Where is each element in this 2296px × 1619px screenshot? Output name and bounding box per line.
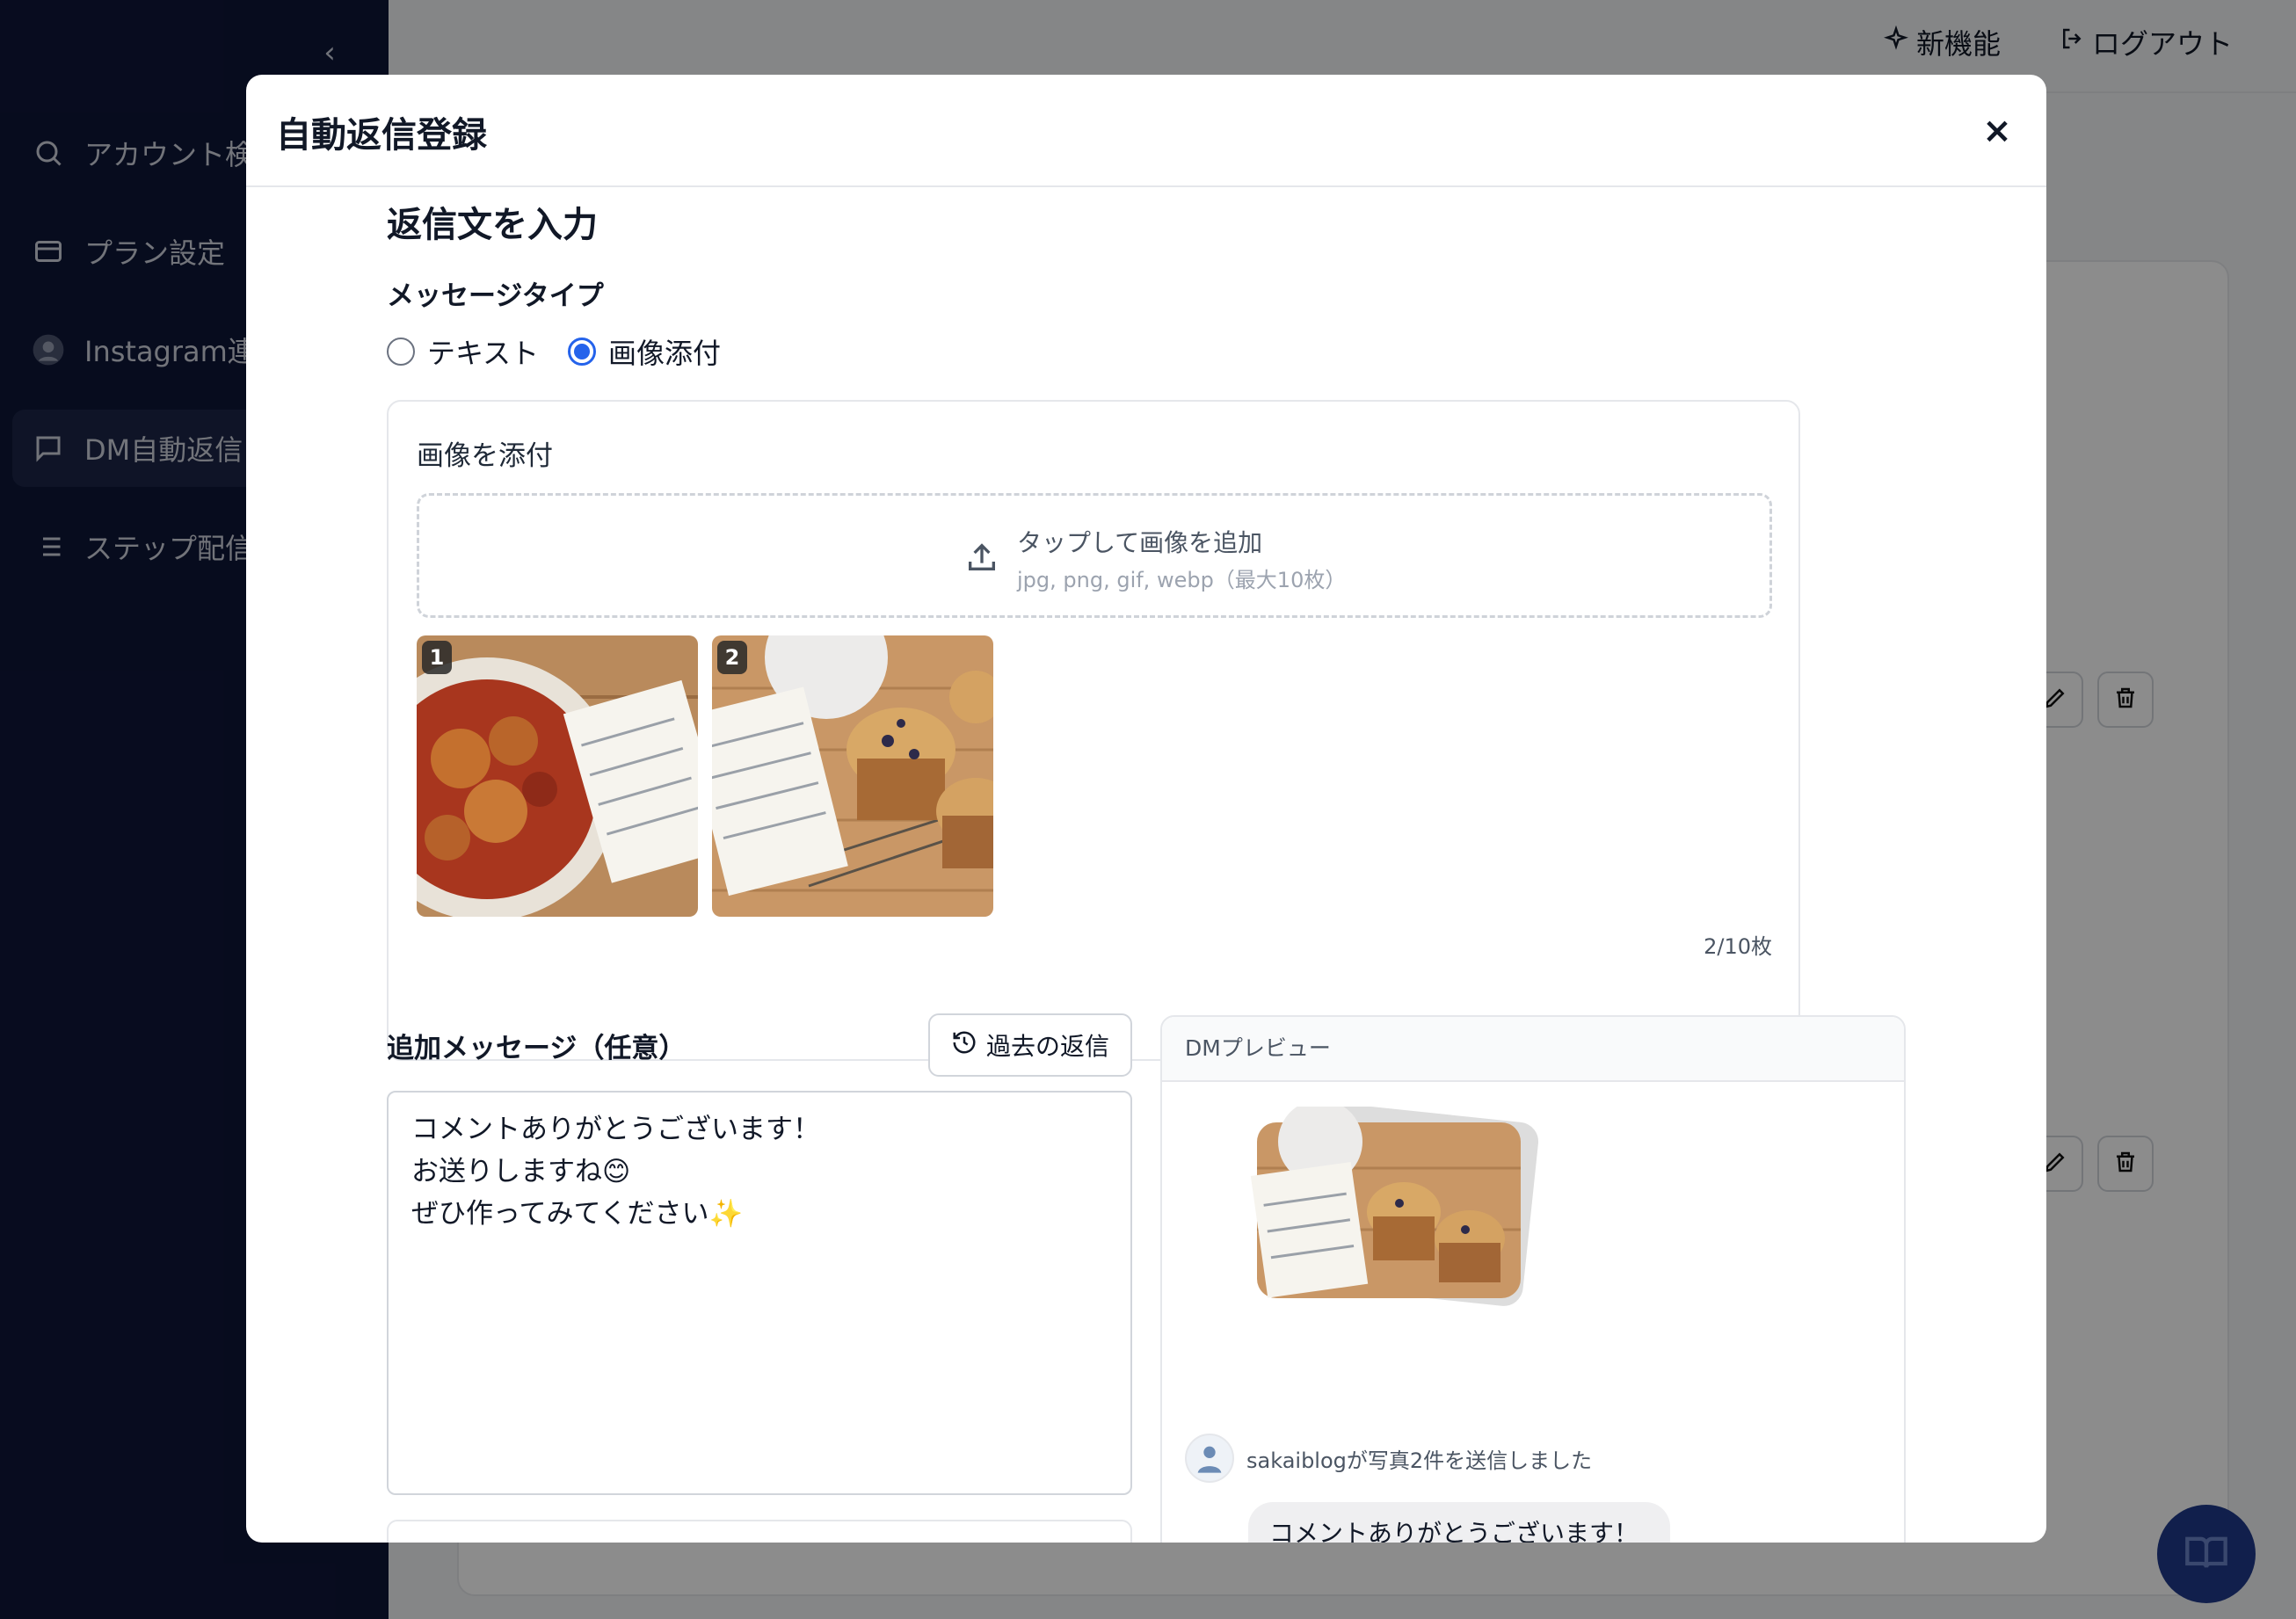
section-title: 返信文を入力 (387, 205, 598, 245)
attach-title: 画像を添付 (417, 440, 553, 472)
next-field-partial[interactable] (387, 1520, 1132, 1543)
blueberry-muffin-photo (712, 635, 993, 917)
dm-preview-header: DMプレビュー (1162, 1017, 1904, 1082)
image-index-badge: 1 (422, 641, 452, 674)
history-icon (951, 1029, 977, 1062)
modal-header: 自動返信登録 × (246, 75, 2046, 187)
upload-icon (964, 540, 999, 578)
message-type-label: メッセージタイプ (387, 280, 604, 312)
image-attach-card: 画像を添付 タップして画像を追加 jpg, png, gif, webp（最大1… (387, 400, 1800, 1061)
close-icon: × (1982, 111, 2012, 151)
sent-notice-row: sakaiblogが写真2件を送信しました (1185, 1434, 1592, 1483)
message-bubble: コメントありがとうございます！ お送りしますね😊 ぜひ作ってみてください✨ (1248, 1502, 1670, 1543)
radio-option-text[interactable]: テキスト (387, 331, 539, 372)
auto-reply-modal: 自動返信登録 × 返信文を入力 メッセージタイプ テキスト 画像添付 画像を添付… (246, 75, 2046, 1543)
dropzone-sub-text: jpg, png, gif, webp（最大10枚） (1017, 568, 1347, 592)
chicken-stew-photo (417, 635, 698, 917)
additional-message-textarea[interactable]: コメントありがとうございます！ お送りしますね😊 ぜひ作ってみてください✨ (387, 1091, 1132, 1495)
dm-preview-panel: DMプレビュー sakaiblogが写真2件を送信しました コメントありがとうご… (1160, 1015, 1906, 1543)
radio-option-image[interactable]: 画像添付 (568, 331, 721, 372)
preview-image-stack (1250, 1100, 1540, 1309)
preview-photo (1250, 1100, 1539, 1306)
image-index-badge: 2 (717, 641, 747, 674)
sent-notice-text: sakaiblogが写真2件を送信しました (1246, 1448, 1593, 1473)
image-dropzone[interactable]: タップして画像を追加 jpg, png, gif, webp（最大10枚） (417, 493, 1772, 618)
past-replies-button[interactable]: 過去の返信 (928, 1013, 1132, 1077)
radio-image-label: 画像添付 (608, 337, 722, 370)
modal-title: 自動返信登録 (276, 115, 487, 156)
attached-image-2[interactable]: 2 (712, 635, 993, 917)
additional-message-label: 追加メッセージ（任意） (387, 1033, 687, 1064)
image-counter: 2/10枚 (1704, 934, 1772, 959)
close-button[interactable]: × (1976, 110, 2018, 152)
dropzone-main-text: タップして画像を追加 (1017, 528, 1263, 557)
dropzone-content: タップして画像を追加 jpg, png, gif, webp（最大10枚） (964, 524, 1346, 593)
past-replies-label: 過去の返信 (985, 1032, 1109, 1061)
radio-text[interactable] (387, 338, 415, 366)
radio-image[interactable] (568, 338, 596, 366)
attached-image-1[interactable]: 1 (417, 635, 698, 917)
avatar (1185, 1434, 1234, 1483)
radio-text-label: テキスト (427, 337, 540, 370)
